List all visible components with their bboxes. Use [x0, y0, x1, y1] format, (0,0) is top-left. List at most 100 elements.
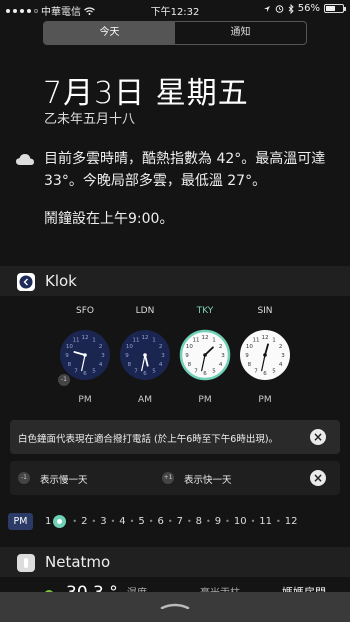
status-bar: 中華電信 下午12:32 56% — [0, 0, 350, 18]
clock-numeral: 8 — [188, 362, 192, 368]
hour-scrubber[interactable]: PM 1 • 2 • 3 • 4 • 5 • 6 • 7 • 8 • 9 • 10 • 11 • 12 — [0, 509, 350, 535]
clock-numeral: 6 — [203, 371, 207, 377]
clock-numeral: 4 — [219, 362, 223, 368]
clock-numeral: 6 — [263, 371, 267, 377]
clock-numeral: 2 — [99, 344, 103, 350]
clock-numeral: 2 — [219, 344, 223, 350]
hour-separator: • — [167, 517, 173, 526]
clock-numeral: 10 — [66, 344, 73, 350]
clock-numeral: 2 — [279, 344, 283, 350]
status-right: 56% — [263, 3, 346, 14]
hour-option-8[interactable]: 8 — [196, 516, 202, 527]
city-label-sin: SIN — [257, 306, 273, 316]
clock-numeral: 12 — [202, 335, 209, 341]
alarm-clock-icon — [275, 5, 284, 13]
alarm-summary: 鬧鐘設在上午9:00。 — [44, 211, 174, 227]
clock-numeral: 11 — [253, 337, 260, 343]
clock-center-pin — [263, 353, 267, 357]
clock-numeral: 3 — [161, 353, 165, 359]
city-label-sfo: SFO — [76, 306, 94, 316]
netatmo-app-icon — [17, 554, 35, 572]
cloud-icon — [16, 154, 34, 165]
hour-option-10[interactable]: 10 — [234, 516, 247, 527]
tip-banner: 白色鐘面代表現在適合撥打電話 (於上午6時至下午6時出現)。 × — [10, 420, 340, 454]
lunar-date: 乙未年五月十八 — [44, 112, 136, 127]
clock-center-pin — [83, 353, 87, 357]
view-segmented-control: 今天 通知 — [43, 21, 307, 45]
clock-sin[interactable]: 1234567891011 12 — [238, 328, 292, 382]
hour-separator: • — [186, 517, 192, 526]
clock-numeral: 11 — [193, 337, 200, 343]
clock-numeral: 6 — [143, 371, 147, 377]
clock-numeral: 12 — [142, 335, 149, 341]
clock-numeral: 1 — [152, 337, 156, 343]
ampm-ldn: AM — [138, 395, 152, 405]
weather-summary: 目前多雲時晴，酷熱指數為 42°。最高溫可達 33°。今晚局部多雲，最低溫 27… — [44, 151, 326, 189]
clock-numeral: 5 — [212, 369, 216, 375]
clock-numeral: 7 — [134, 369, 138, 375]
clock-ldn[interactable]: 1234567891011 12 — [118, 328, 172, 382]
clock-numeral: 8 — [128, 362, 132, 368]
clock-numeral: 5 — [272, 369, 276, 375]
city-label-tky: TKY — [196, 306, 214, 316]
clock-numeral: 3 — [101, 353, 105, 359]
minus-one-badge: -1 — [18, 472, 30, 484]
clock-numeral: 5 — [92, 369, 96, 375]
clock-numeral: 11 — [133, 337, 140, 343]
clock-numeral: 7 — [194, 369, 198, 375]
clock-numeral: 12 — [82, 335, 89, 341]
clock-numeral: 12 — [262, 335, 269, 341]
tip-close-button[interactable]: × — [310, 429, 326, 445]
chevron-handle-icon[interactable] — [160, 603, 190, 609]
hour-option-3[interactable]: 3 — [100, 516, 106, 527]
clock-tky[interactable]: 1234567891011 12 — [178, 328, 232, 382]
clock-numeral: 4 — [279, 362, 283, 368]
city-label-ldn: LDN — [135, 306, 155, 316]
clock-numeral: 1 — [92, 337, 96, 343]
hour-option-11[interactable]: 11 — [259, 516, 272, 527]
clock-numeral: 11 — [73, 337, 80, 343]
clock-numeral: 9 — [185, 353, 189, 359]
hour-option-1[interactable]: 1 — [45, 516, 51, 527]
klok-widget-header[interactable]: Klok — [0, 266, 350, 296]
tip-text: 白色鐘面代表現在適合撥打電話 (於上午6時至下午6時出現)。 — [18, 434, 279, 445]
bluetooth-icon — [288, 3, 294, 14]
hour-option-5[interactable]: 5 — [138, 516, 144, 527]
hour-selector-knob[interactable] — [53, 515, 67, 528]
clock-numeral: 9 — [125, 353, 129, 359]
battery-icon — [324, 4, 346, 13]
hour-option-2[interactable]: 2 — [81, 516, 87, 527]
clock-center-pin — [203, 353, 207, 357]
hour-separator: • — [91, 517, 97, 526]
hour-separator: • — [206, 517, 211, 526]
ampm-sin: PM — [258, 395, 272, 405]
ampm-tky: PM — [198, 395, 212, 405]
hour-option-4[interactable]: 4 — [119, 516, 125, 527]
hour-separator: • — [250, 517, 256, 526]
tab-notifications[interactable]: 通知 — [175, 22, 306, 44]
clock-numeral: 8 — [68, 362, 72, 368]
clock-numeral: 6 — [83, 371, 87, 377]
hour-option-7[interactable]: 7 — [177, 516, 183, 527]
tab-today[interactable]: 今天 — [44, 22, 175, 44]
hour-option-6[interactable]: 6 — [157, 516, 163, 527]
clock-numeral: 9 — [65, 353, 69, 359]
klok-app-icon — [17, 273, 35, 291]
netatmo-widget-header[interactable]: Netatmo — [0, 547, 350, 577]
clock-numeral: 8 — [248, 362, 252, 368]
battery-fill — [326, 6, 335, 11]
clock-numeral: 3 — [221, 353, 225, 359]
clock-numeral: 7 — [74, 369, 78, 375]
clock-numeral: 10 — [186, 344, 193, 350]
klok-widget-title: Klok — [45, 272, 77, 290]
hour-separator: • — [110, 517, 116, 526]
legend-close-button[interactable]: × — [310, 470, 326, 486]
hour-option-9[interactable]: 9 — [215, 516, 221, 527]
hour-option-12[interactable]: 12 — [285, 516, 298, 527]
location-arrow-icon — [263, 5, 270, 12]
world-clocks: SFO LDN TKY SIN 1 2 3 4 5 6 7 8 9 10 11 12 12345678… — [0, 306, 350, 416]
hour-list[interactable]: 1 • 2 • 3 • 4 • 5 • 6 • 7 • 8 • 9 • 10 • 11 • 12 — [45, 515, 297, 528]
battery-percent: 56% — [297, 3, 320, 14]
notification-center-grabber-bar[interactable] — [0, 592, 350, 622]
ampm-sfo: PM — [78, 395, 92, 405]
